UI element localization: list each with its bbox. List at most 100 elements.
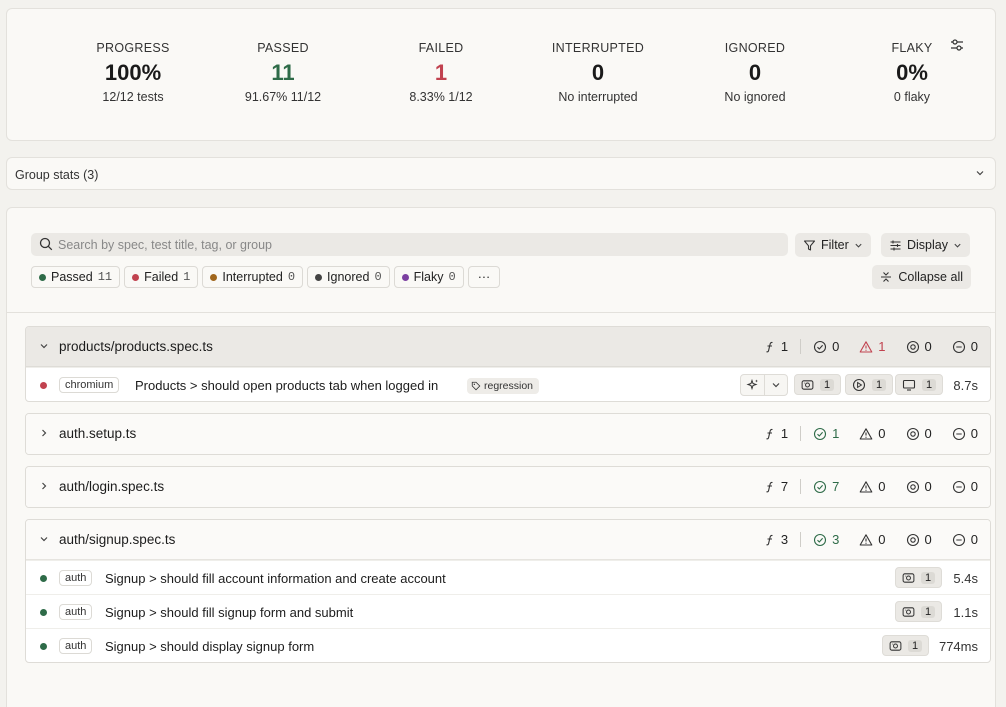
summary-panel: PROGRESS 100% 12/12 tests PASSED 11 91.6… (6, 8, 996, 141)
pill-count: 1 (183, 270, 191, 284)
total-stat: 7 (754, 479, 802, 494)
passed-status-dot (40, 643, 47, 650)
camera-icon (889, 640, 902, 652)
interrupted-status-dot (210, 273, 218, 281)
check-circle-icon (813, 340, 827, 354)
filter-label: Filter (821, 238, 849, 252)
ignored-count: 0 (970, 426, 978, 441)
display-button[interactable]: Display (881, 233, 970, 257)
test-row[interactable]: auth Signup > should display signup form… (26, 628, 990, 662)
screenshots-button[interactable]: 1 (895, 601, 943, 622)
play-icon (852, 378, 866, 392)
ignored-stat: 0 (942, 426, 978, 441)
stat-value: 100% (104, 60, 162, 85)
stat-sub: 0 flaky (893, 90, 931, 104)
skipped-count: 0 (924, 479, 932, 494)
skipped-stat: 0 (896, 479, 942, 494)
search-bar[interactable] (31, 233, 788, 256)
stat-value: 0 (748, 60, 762, 85)
group-stats-accordion[interactable]: Group stats (3) (6, 157, 996, 190)
chevron-down-icon (953, 241, 962, 250)
spec-group-header[interactable]: auth/login.spec.ts 7 7 0 0 0 (26, 467, 990, 507)
filter-button[interactable]: Filter (795, 233, 871, 257)
project-tag: auth (59, 570, 93, 586)
test-row[interactable]: chromium Products > should open products… (26, 367, 990, 401)
stat-value: 11 (271, 60, 295, 85)
stat-ignored: IGNORED 0 No ignored (685, 41, 825, 104)
flaky-status-dot (401, 273, 409, 281)
status-filter-pills: Passed 11 Failed 1 Interrupted 0 Ignored… (31, 266, 501, 288)
minus-circle-icon (952, 427, 966, 441)
pill-label: Interrupted (222, 270, 283, 284)
more-filters-button[interactable]: ··· (467, 266, 501, 288)
spec-group-header[interactable]: auth.setup.ts 1 1 0 0 0 (26, 414, 990, 454)
stat-label: IGNORED (724, 41, 786, 55)
test-row[interactable]: auth Signup > should fill account inform… (26, 560, 990, 594)
screenshots-button[interactable]: 1 (882, 635, 930, 656)
stat-sub: No interrupted (558, 90, 638, 104)
stat-value: 0% (896, 60, 928, 85)
chevron-down-icon (854, 241, 863, 250)
project-tag: auth (59, 604, 93, 620)
test-row[interactable]: auth Signup > should fill signup form an… (26, 594, 990, 628)
stat-sub: 91.67% 11/12 (244, 90, 322, 104)
ai-analyze-split-button[interactable] (740, 374, 788, 396)
screenshots-button[interactable]: 1 (895, 567, 943, 588)
warning-icon (859, 427, 873, 441)
stat-label: PASSED (257, 41, 309, 55)
target-icon (906, 427, 920, 441)
spec-group-stats: 1 1 0 0 0 (754, 426, 978, 441)
spec-group-header[interactable]: products/products.spec.ts 1 0 1 0 0 (26, 327, 990, 367)
display-settings-icon (890, 240, 901, 250)
ignored-stat: 0 (942, 339, 978, 354)
sparkle-icon (746, 378, 760, 392)
ai-options-dropdown[interactable] (764, 375, 787, 395)
screenshots-button[interactable]: 1 (794, 374, 842, 395)
spec-file-name: auth/login.spec.ts (59, 479, 165, 494)
passed-count: 0 (832, 339, 840, 354)
failed-stat: 0 (849, 479, 895, 494)
spec-group-stats: 1 0 1 0 0 (754, 339, 978, 354)
filter-pill-passed[interactable]: Passed 11 (31, 266, 121, 288)
skipped-count: 0 (924, 426, 932, 441)
filter-pill-failed[interactable]: Failed 1 (124, 266, 199, 288)
minus-circle-icon (952, 480, 966, 494)
video-button[interactable]: 1 (845, 374, 894, 395)
pill-label: Flaky (413, 270, 444, 284)
passed-count: 3 (832, 532, 840, 547)
failed-count: 0 (878, 532, 886, 547)
spec-group-header[interactable]: auth/signup.spec.ts 3 3 0 0 0 (26, 520, 990, 560)
filter-pill-ignored[interactable]: Ignored 0 (307, 266, 390, 288)
filter-pill-flaky[interactable]: Flaky 0 (393, 266, 464, 288)
pill-label: Ignored (327, 270, 370, 284)
spec-file-name: products/products.spec.ts (59, 339, 213, 354)
total-count: 1 (780, 426, 789, 441)
ai-analyze-button[interactable] (741, 375, 764, 395)
passed-stat: 0 (803, 339, 849, 354)
function-icon (764, 341, 776, 353)
check-circle-icon (813, 427, 827, 441)
total-count: 7 (780, 479, 789, 494)
stat-value: 1 (434, 60, 448, 85)
filter-pill-interrupted[interactable]: Interrupted 0 (202, 266, 304, 288)
search-input[interactable] (58, 233, 758, 256)
test-title: Signup > should fill account information… (105, 571, 446, 586)
ignored-stat: 0 (942, 479, 978, 494)
skipped-stat: 0 (896, 339, 942, 354)
chevron-down-icon (39, 534, 49, 544)
settings-sliders-button[interactable] (949, 37, 967, 55)
more-label: ··· (477, 270, 491, 284)
screenshot-count: 1 (921, 571, 936, 584)
collapse-all-button[interactable]: Collapse all (872, 265, 971, 289)
target-icon (906, 340, 920, 354)
passed-count: 1 (832, 426, 840, 441)
project-tag: chromium (59, 377, 120, 393)
stat-failed: FAILED 1 8.33% 1/12 (371, 41, 511, 104)
minus-circle-icon (952, 340, 966, 354)
trace-button[interactable]: 1 (895, 374, 944, 395)
ignored-count: 0 (970, 532, 978, 547)
skipped-stat: 0 (896, 532, 942, 547)
ignored-count: 0 (970, 479, 978, 494)
stat-label: FAILED (418, 41, 464, 55)
chevron-down-icon (975, 168, 985, 178)
